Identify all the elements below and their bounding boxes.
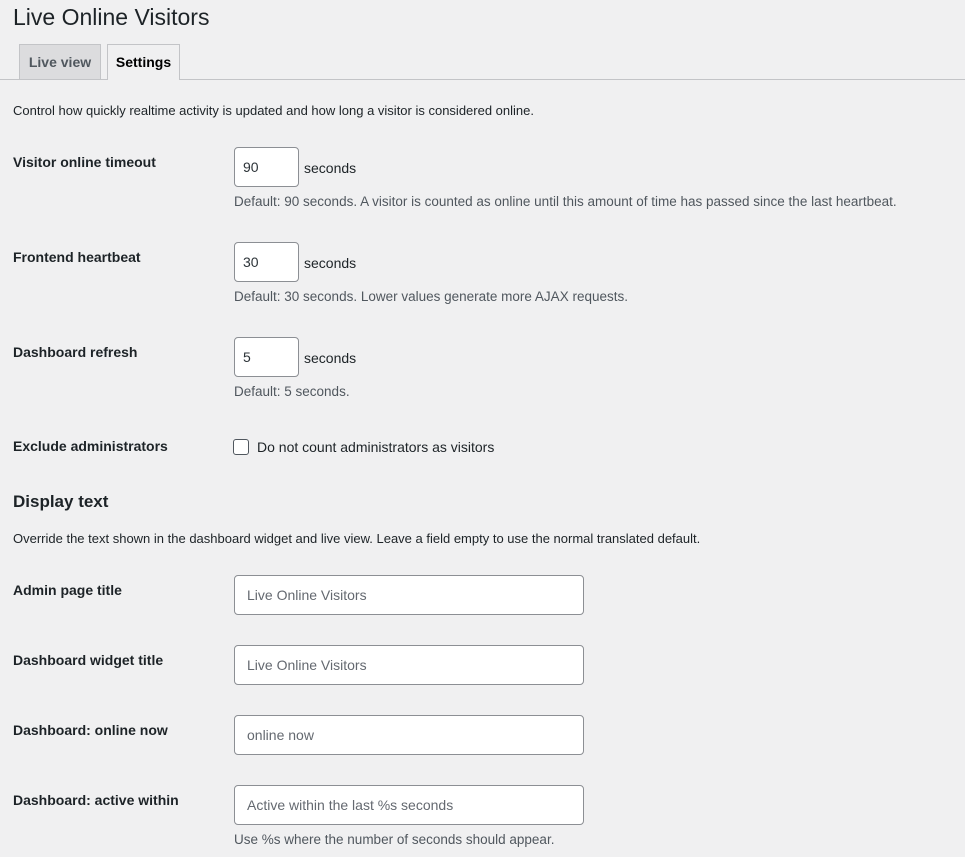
- exclude-admins-label: Exclude administrators: [13, 438, 168, 454]
- active-within-input[interactable]: [234, 785, 584, 825]
- dashboard-refresh-unit: seconds: [304, 350, 357, 366]
- dashboard-refresh-label: Dashboard refresh: [13, 344, 138, 360]
- display-text-heading: Display text: [13, 492, 109, 511]
- exclude-admins-checkbox[interactable]: [233, 439, 249, 455]
- online-now-label: Dashboard: online now: [13, 722, 168, 738]
- dashboard-widget-title-input[interactable]: [234, 645, 584, 685]
- online-now-input[interactable]: [234, 715, 584, 755]
- dashboard-widget-title-label: Dashboard widget title: [13, 652, 164, 668]
- active-within-help: Use %s where the number of seconds shoul…: [234, 832, 555, 847]
- settings-intro: Control how quickly realtime activity is…: [13, 103, 534, 118]
- visitor-timeout-label: Visitor online timeout: [13, 154, 156, 170]
- frontend-heartbeat-input[interactable]: [234, 242, 299, 282]
- admin-page-title-input[interactable]: [234, 575, 584, 615]
- display-text-intro: Override the text shown in the dashboard…: [13, 531, 701, 546]
- admin-page-title-label: Admin page title: [13, 582, 122, 598]
- frontend-heartbeat-label: Frontend heartbeat: [13, 249, 141, 265]
- frontend-heartbeat-help: Default: 30 seconds. Lower values genera…: [234, 289, 628, 304]
- tab-live-view[interactable]: Live view: [19, 44, 101, 79]
- tab-settings[interactable]: Settings: [107, 44, 180, 80]
- page-title: Live Online Visitors: [13, 4, 210, 30]
- visitor-timeout-unit: seconds: [304, 160, 357, 176]
- frontend-heartbeat-unit: seconds: [304, 255, 357, 271]
- exclude-admins-checkbox-label[interactable]: Do not count administrators as visitors: [257, 438, 494, 456]
- visitor-timeout-help: Default: 90 seconds. A visitor is counte…: [234, 194, 897, 209]
- dashboard-refresh-help: Default: 5 seconds.: [234, 384, 350, 399]
- visitor-timeout-input[interactable]: [234, 147, 299, 187]
- settings-page: Live Online Visitors Live view Settings …: [0, 0, 965, 857]
- active-within-label: Dashboard: active within: [13, 792, 179, 808]
- dashboard-refresh-input[interactable]: [234, 337, 299, 377]
